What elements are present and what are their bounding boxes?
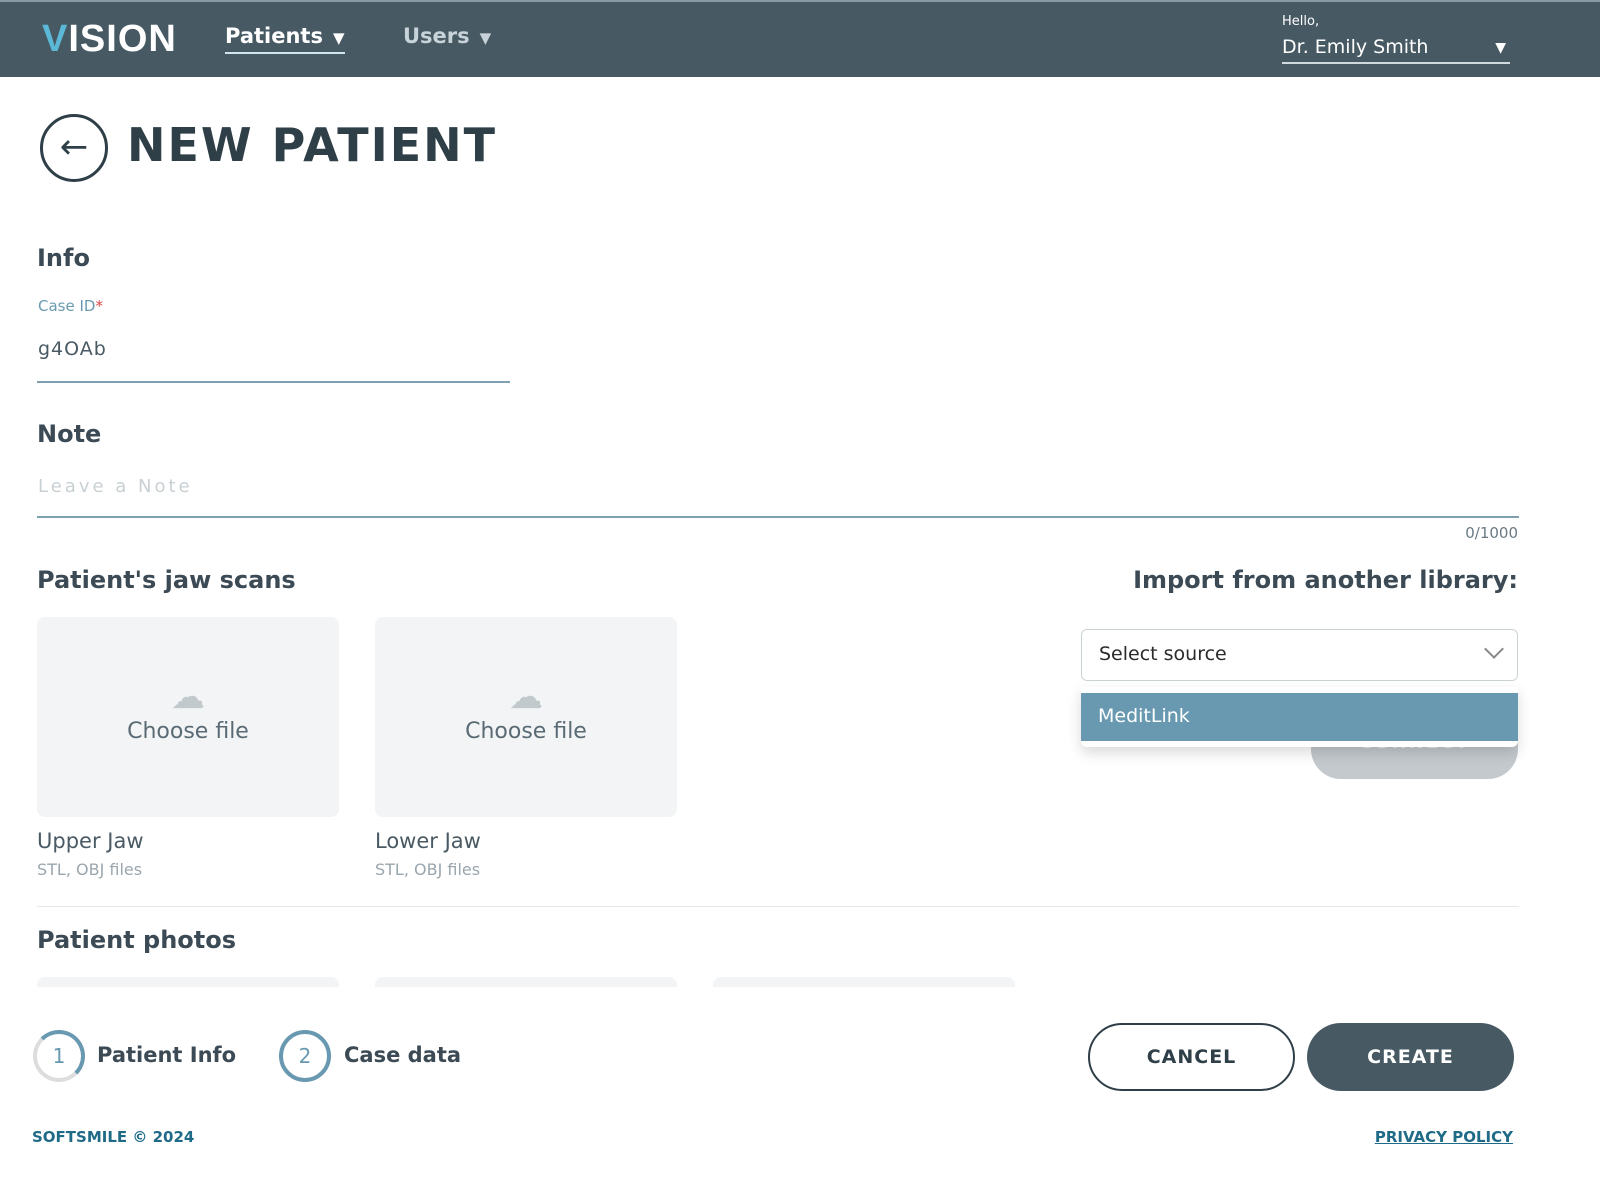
chevron-down-icon <box>1484 639 1504 659</box>
greeting: Hello, <box>1282 14 1320 29</box>
jaw-scans-heading: Patient's jaw scans <box>37 566 296 594</box>
lower-jaw-types: STL, OBJ files <box>375 860 481 879</box>
photo-slot[interactable] <box>37 977 339 987</box>
back-arrow-icon[interactable]: ← <box>40 114 108 182</box>
patient-photos-heading: Patient photos <box>37 926 237 954</box>
import-heading: Import from another library: <box>1133 566 1518 594</box>
step-2-label[interactable]: Case data <box>344 1043 461 1067</box>
info-heading: Info <box>37 244 90 272</box>
nav-users[interactable]: Users ▼ <box>403 24 491 48</box>
privacy-policy-link[interactable]: PRIVACY POLICY <box>1360 1128 1513 1146</box>
photo-slot[interactable] <box>713 977 1015 987</box>
photo-slot[interactable] <box>375 977 677 987</box>
cancel-button[interactable]: CANCEL <box>1088 1023 1295 1091</box>
upper-jaw-dropzone[interactable]: ☁ Choose file <box>37 617 339 817</box>
note-input[interactable]: Leave a Note <box>38 476 193 497</box>
step-1-indicator[interactable]: 1 <box>33 1030 85 1082</box>
caret-down-icon: ▼ <box>1495 40 1506 56</box>
step-1-label[interactable]: Patient Info <box>97 1043 236 1067</box>
lower-jaw-dropzone[interactable]: ☁ Choose file <box>375 617 677 817</box>
copyright: SOFTSMILE © 2024 <box>32 1128 195 1146</box>
note-char-counter: 0/1000 <box>1465 524 1518 542</box>
source-dropdown-menu: MeditLink <box>1081 687 1518 747</box>
cloud-upload-icon: ☁ <box>171 677 205 717</box>
option-meditlink[interactable]: MeditLink <box>1081 693 1518 741</box>
case-id-underline <box>37 381 510 383</box>
caret-down-icon: ▼ <box>332 29 345 47</box>
section-divider <box>37 906 1519 907</box>
create-button[interactable]: CREATE <box>1307 1023 1514 1091</box>
note-heading: Note <box>37 420 102 448</box>
vision-logo[interactable]: VISION <box>42 18 177 61</box>
upper-jaw-label: Upper Jaw <box>37 829 144 853</box>
lower-jaw-label: Lower Jaw <box>375 829 481 853</box>
step-2-indicator[interactable]: 2 <box>279 1030 331 1082</box>
source-select[interactable]: Select source <box>1081 629 1518 681</box>
case-id-input[interactable]: g4OAb <box>38 338 107 360</box>
upper-jaw-types: STL, OBJ files <box>37 860 143 879</box>
cloud-upload-icon: ☁ <box>509 677 543 717</box>
note-underline <box>37 516 1519 518</box>
page-title: NEW PATIENT <box>127 118 497 172</box>
nav-patients[interactable]: Patients ▼ <box>225 24 345 54</box>
caret-down-icon: ▼ <box>479 29 492 47</box>
case-id-label: Case ID* <box>38 297 103 315</box>
user-menu[interactable]: Dr. Emily Smith ▼ <box>1282 36 1510 64</box>
